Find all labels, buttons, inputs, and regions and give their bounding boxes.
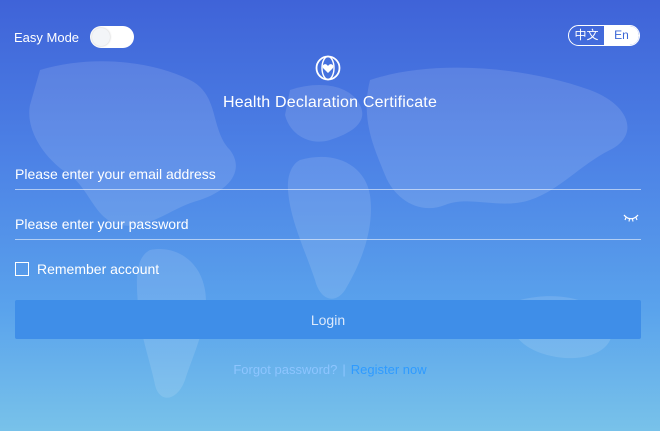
language-switcher[interactable]: 中文 En [568,25,640,46]
email-field-container [15,149,641,190]
easy-mode-toggle[interactable] [90,26,134,48]
lang-option-chinese[interactable]: 中文 [569,26,604,45]
remember-account-label: Remember account [37,261,160,277]
toggle-knob [92,28,110,46]
page-title: Health Declaration Certificate [222,94,438,111]
register-now-link[interactable]: Register now [351,362,427,377]
email-input[interactable] [15,159,605,189]
lang-option-english[interactable]: En [604,26,639,45]
heart-globe-icon [315,55,341,81]
forgot-password-link[interactable]: Forgot password? [233,362,337,377]
eye-closed-icon[interactable] [623,213,639,223]
checkbox-box[interactable] [15,262,29,276]
password-input[interactable] [15,209,605,239]
footer-links: Forgot password? | Register now [0,362,660,377]
login-button[interactable]: Login [15,300,641,339]
link-separator: | [342,362,346,377]
remember-account-checkbox[interactable]: Remember account [15,261,159,277]
password-field-container [15,199,641,240]
easy-mode-label: Easy Mode [14,30,80,45]
